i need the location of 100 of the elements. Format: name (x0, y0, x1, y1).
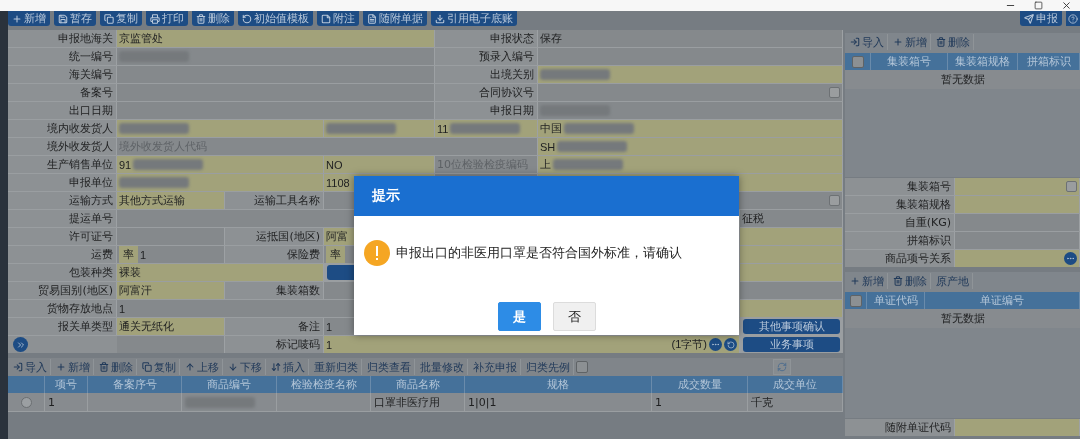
field-label: 贸易国别(地区) (8, 282, 117, 299)
input-field[interactable]: SH (538, 138, 843, 155)
toolbar-button[interactable]: 上移 (182, 359, 223, 375)
input-field[interactable] (955, 214, 1080, 231)
close-icon[interactable] (1061, 0, 1072, 11)
column-header: 集装箱规格 (948, 53, 1018, 70)
maximize-icon[interactable] (1034, 1, 1043, 10)
input-field[interactable] (538, 84, 843, 101)
expand-icon[interactable] (13, 337, 28, 352)
toolbar-button[interactable]: 删除 (933, 34, 974, 50)
toolbar-button[interactable]: 初始值模板 (238, 11, 313, 26)
toolbar-button[interactable]: 引用电子底账 (431, 11, 517, 26)
document-icon (367, 13, 377, 24)
input-field[interactable] (117, 102, 435, 119)
toolbar-button[interactable]: 复制 (139, 359, 180, 375)
input-field[interactable]: 裸装 (117, 264, 324, 281)
toolbar-button[interactable]: 补充申报 (470, 359, 521, 375)
input-field[interactable]: 征税 (740, 210, 843, 227)
input-field[interactable] (955, 419, 1080, 436)
picker-button[interactable] (829, 87, 840, 98)
input-field[interactable]: 中国 (538, 120, 843, 137)
toolbar-button[interactable]: 归类查看 (364, 359, 415, 375)
input-field[interactable]: 率 1 (117, 246, 225, 263)
reset-icon[interactable] (724, 338, 737, 351)
input-field[interactable]: 91 (117, 156, 324, 173)
toolbar-button[interactable]: 批量修改 (417, 359, 468, 375)
toolbar-button[interactable]: 新增 (847, 273, 888, 289)
row-radio[interactable] (20, 396, 32, 408)
refresh-button[interactable] (773, 359, 791, 375)
input-field[interactable] (117, 228, 225, 245)
action-button[interactable]: 业务事项 (743, 337, 840, 352)
input-field[interactable]: 其他方式运输 (117, 192, 225, 209)
toolbar-button[interactable]: 导入 (847, 34, 888, 50)
dialog-title: 提示 (354, 176, 739, 216)
input-field[interactable] (117, 174, 324, 191)
checkbox[interactable] (576, 361, 588, 373)
input-field[interactable] (538, 66, 843, 83)
toolbar-button[interactable]: 新增 (8, 11, 50, 26)
toolbar-button[interactable]: 重新归类 (311, 359, 362, 375)
input-field[interactable] (955, 178, 1080, 195)
input-field[interactable] (117, 336, 225, 353)
toolbar-button[interactable]: 插入 (268, 359, 309, 375)
action-button[interactable]: 其他事项确认 (743, 319, 840, 334)
input-field[interactable]: 通关无纸化 (117, 318, 225, 335)
rate-unit: 率 (326, 246, 345, 263)
input-field[interactable] (740, 228, 843, 245)
input-field[interactable]: 1 (1字节) (324, 336, 740, 353)
toolbar-button[interactable]: 复制 (100, 11, 142, 26)
field-label: 提运单号 (8, 210, 117, 227)
toolbar-button[interactable]: 原产地 (933, 273, 973, 289)
toolbar-button[interactable]: 打印 (146, 11, 188, 26)
input-field[interactable] (740, 246, 843, 263)
input-field[interactable] (955, 196, 1080, 213)
table-cell: 口罩非医疗用 (371, 393, 465, 412)
input-field[interactable] (955, 250, 1080, 267)
input-field[interactable]: NO (324, 156, 435, 173)
cancel-button[interactable]: 否 (552, 302, 596, 331)
input-field[interactable] (117, 48, 435, 65)
toolbar-button[interactable]: 删除 (890, 273, 931, 289)
field-label: 商品项号关系 (845, 250, 955, 267)
picker-button[interactable] (1066, 181, 1077, 192)
confirm-button[interactable]: 是 (497, 302, 541, 331)
input-field[interactable]: 阿富汗 (117, 282, 225, 299)
input-field[interactable] (740, 300, 843, 317)
toolbar-button[interactable]: 导入 (10, 359, 51, 375)
input-field[interactable]: 上 (538, 156, 843, 173)
input-field[interactable] (538, 102, 843, 119)
field-label: 统一编号 (8, 48, 117, 65)
input-field[interactable] (117, 120, 324, 137)
input-field[interactable]: 11 (435, 120, 538, 137)
field-label: 生产销售单位 (8, 156, 117, 173)
input-field[interactable] (324, 120, 435, 137)
printer-icon (150, 13, 160, 24)
toolbar-button[interactable]: 申报 (1020, 11, 1062, 26)
picker-button[interactable] (829, 195, 840, 206)
toolbar-button[interactable]: 附注 (317, 11, 359, 26)
field-label: 报关单类型 (8, 318, 117, 335)
input-field[interactable] (117, 66, 435, 83)
input-field[interactable]: 保存 (538, 30, 843, 47)
checkbox[interactable] (849, 294, 862, 307)
more-icon[interactable] (709, 338, 722, 351)
field-label: 海关编号 (8, 66, 117, 83)
input-field[interactable] (117, 84, 435, 101)
toolbar-button[interactable]: 新增 (890, 34, 931, 50)
toolbar-button[interactable]: 删除 (96, 359, 137, 375)
input-field[interactable] (538, 48, 843, 65)
toolbar-button[interactable]: 随附单据 (363, 11, 427, 26)
field-label: 保险费 (225, 246, 324, 263)
more-icon[interactable] (1064, 252, 1077, 265)
checkbox[interactable] (851, 55, 864, 68)
toolbar-button[interactable]: 新增 (53, 359, 94, 375)
input-field[interactable] (955, 232, 1080, 249)
toolbar-button[interactable]: 下移 (225, 359, 266, 375)
toolbar-button[interactable]: 暂存 (54, 11, 96, 26)
toolbar-button[interactable]: 归类先例 (523, 359, 574, 375)
input-field[interactable]: 京监管处 (117, 30, 435, 47)
input-field[interactable] (740, 264, 843, 281)
column-header: 商品编号 (182, 376, 277, 393)
input-field[interactable] (740, 282, 843, 299)
toolbar-button[interactable]: 删除 (192, 11, 234, 26)
